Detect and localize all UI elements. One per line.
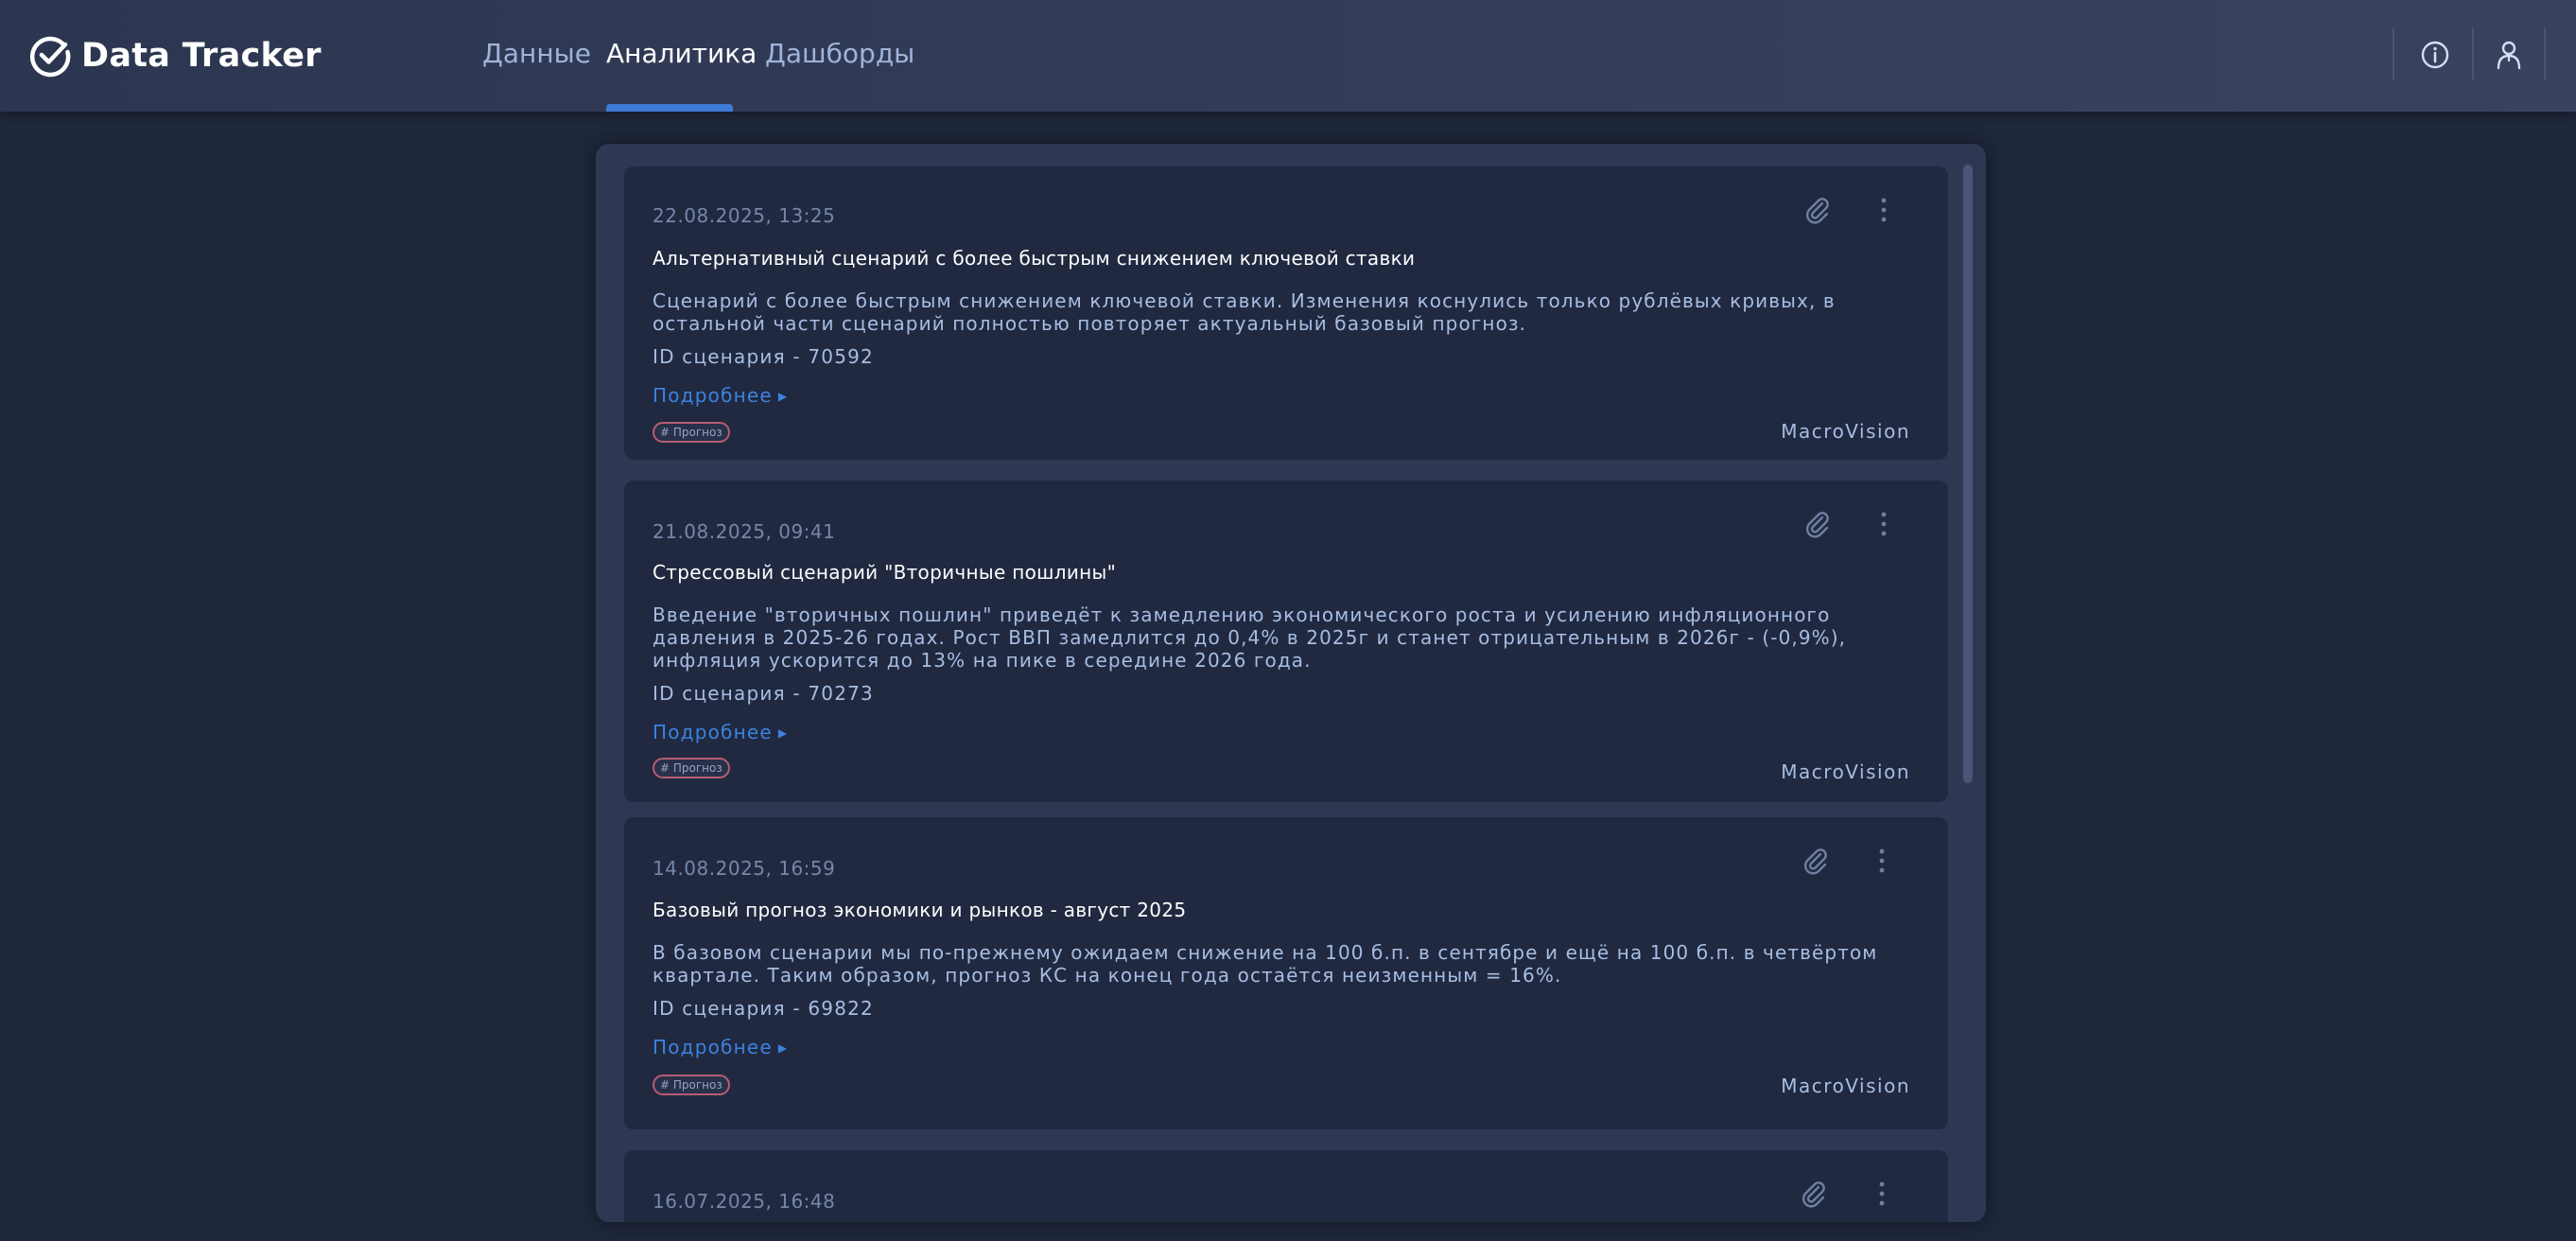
check-circle-icon <box>29 36 71 78</box>
scenario-card: 22.08.2025, 13:25 Альтернативный сценари… <box>624 166 1948 460</box>
card-description: Сценарий с более быстрым снижением ключе… <box>653 289 1836 335</box>
source-label: MacroVision <box>1781 1075 1910 1097</box>
more-vertical-icon[interactable] <box>1869 195 1899 225</box>
card-description: Введение "вторичных пошлин" приведёт к з… <box>653 603 1847 672</box>
source-label: MacroVision <box>1781 420 1910 443</box>
triangle-right-icon: ▶ <box>777 726 789 740</box>
header-divider <box>2393 28 2394 79</box>
card-date: 21.08.2025, 09:41 <box>653 520 836 543</box>
user-icon[interactable] <box>2492 38 2526 72</box>
scenario-card: 14.08.2025, 16:59 Базовый прогноз эконом… <box>624 817 1948 1129</box>
paperclip-icon[interactable] <box>1802 509 1833 539</box>
app-title: Data Tracker <box>81 37 322 75</box>
tag-badge[interactable]: # Прогноз <box>653 1075 730 1095</box>
top-bar: Data Tracker Данные Аналитика Дашборды <box>0 0 2576 112</box>
more-vertical-icon[interactable] <box>1867 846 1897 876</box>
scrollbar[interactable] <box>1963 165 1973 1209</box>
more-link-label: Подробнее <box>653 1036 773 1058</box>
app-logo[interactable]: Data Tracker <box>28 34 322 78</box>
tag-badge[interactable]: # Прогноз <box>653 422 730 443</box>
nav-tab-analytics[interactable]: Аналитика <box>606 38 757 69</box>
more-link[interactable]: Подробнее ▶ <box>653 384 788 407</box>
more-link-label: Подробнее <box>653 721 773 743</box>
paperclip-icon[interactable] <box>1799 1179 1829 1209</box>
header-divider <box>2544 28 2546 79</box>
more-link-label: Подробнее <box>653 384 773 407</box>
more-link[interactable]: Подробнее ▶ <box>653 721 788 743</box>
active-tab-indicator <box>606 104 733 112</box>
triangle-right-icon: ▶ <box>777 390 789 403</box>
card-title: Стрессовый сценарий "Вторичные пошлины" <box>653 561 1117 584</box>
card-date: 14.08.2025, 16:59 <box>653 857 836 880</box>
scenario-id: ID сценария - 70273 <box>653 682 874 705</box>
info-icon[interactable] <box>2418 38 2452 72</box>
paperclip-icon[interactable] <box>1802 195 1833 225</box>
source-label: MacroVision <box>1781 760 1910 783</box>
card-date: 16.07.2025, 16:48 <box>653 1190 836 1213</box>
scenario-feed[interactable]: 22.08.2025, 13:25 Альтернативный сценари… <box>596 144 1986 1222</box>
more-vertical-icon[interactable] <box>1869 509 1899 539</box>
tag-badge[interactable]: # Прогноз <box>653 758 730 778</box>
header-divider <box>2472 28 2474 79</box>
card-date: 22.08.2025, 13:25 <box>653 204 836 227</box>
paperclip-icon[interactable] <box>1801 846 1831 876</box>
more-link[interactable]: Подробнее ▶ <box>653 1036 788 1058</box>
nav-tab-data[interactable]: Данные <box>482 38 591 69</box>
more-vertical-icon[interactable] <box>1867 1179 1897 1209</box>
scenario-id: ID сценария - 70592 <box>653 345 874 368</box>
card-title: Базовый прогноз экономики и рынков - авг… <box>653 899 1187 921</box>
card-title: Альтернативный сценарий с более быстрым … <box>653 247 1416 270</box>
scenario-id: ID сценария - 69822 <box>653 997 874 1020</box>
card-description: В базовом сценарии мы по-прежнему ожидае… <box>653 941 1878 987</box>
scenario-card: 21.08.2025, 09:41 Стрессовый сценарий "В… <box>624 481 1948 802</box>
scenario-card: 16.07.2025, 16:48 <box>624 1150 1948 1222</box>
scrollbar-thumb[interactable] <box>1963 165 1973 783</box>
nav-tab-dashboards[interactable]: Дашборды <box>765 38 914 69</box>
triangle-right-icon: ▶ <box>777 1041 789 1055</box>
